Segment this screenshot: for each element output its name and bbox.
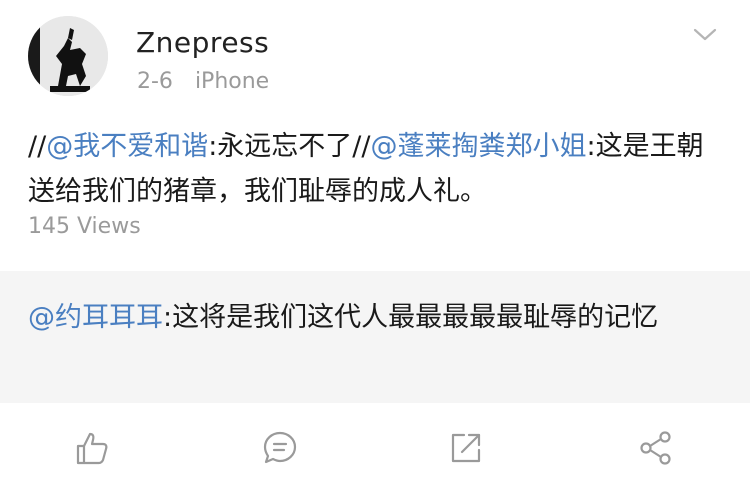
author-name[interactable]: Znepress [136,26,269,59]
post-date: 2-6 [137,69,173,94]
quoted-post[interactable]: @约耳耳耳:这将是我们这代人最最最最最耻辱的记忆 [0,271,750,403]
thumbs-up-icon[interactable] [74,430,110,466]
post-header: Znepress 2-6 iPhone [0,0,750,110]
avatar-image [28,16,108,96]
action-bar [0,403,750,488]
mention-link[interactable]: @约耳耳耳 [28,302,163,333]
share-network-icon[interactable] [638,430,674,466]
post-body: //@我不爱和谐:永远忘不了//@蓬莱掏粪郑小姐:这是王朝送给我们的猪章，我们耻… [28,124,722,214]
post-device: iPhone [194,69,270,94]
view-count: 145 Views [28,214,141,239]
post-text-segment: :永远忘不了// [208,131,371,162]
mention-link[interactable]: @我不爱和谐 [46,131,208,162]
chevron-down-icon[interactable] [692,24,718,44]
quoted-text-body: :这将是我们这代人最最最最最耻辱的记忆 [163,302,659,333]
post-meta: 2-6 iPhone [137,69,269,94]
mention-link[interactable]: @蓬莱掏粪郑小姐 [371,131,587,162]
quoted-text: @约耳耳耳:这将是我们这代人最最最最最耻辱的记忆 [28,295,722,340]
post-text-prefix: // [28,131,47,162]
avatar[interactable] [28,16,108,96]
comment-icon[interactable] [262,430,298,466]
share-icon[interactable] [448,430,484,466]
